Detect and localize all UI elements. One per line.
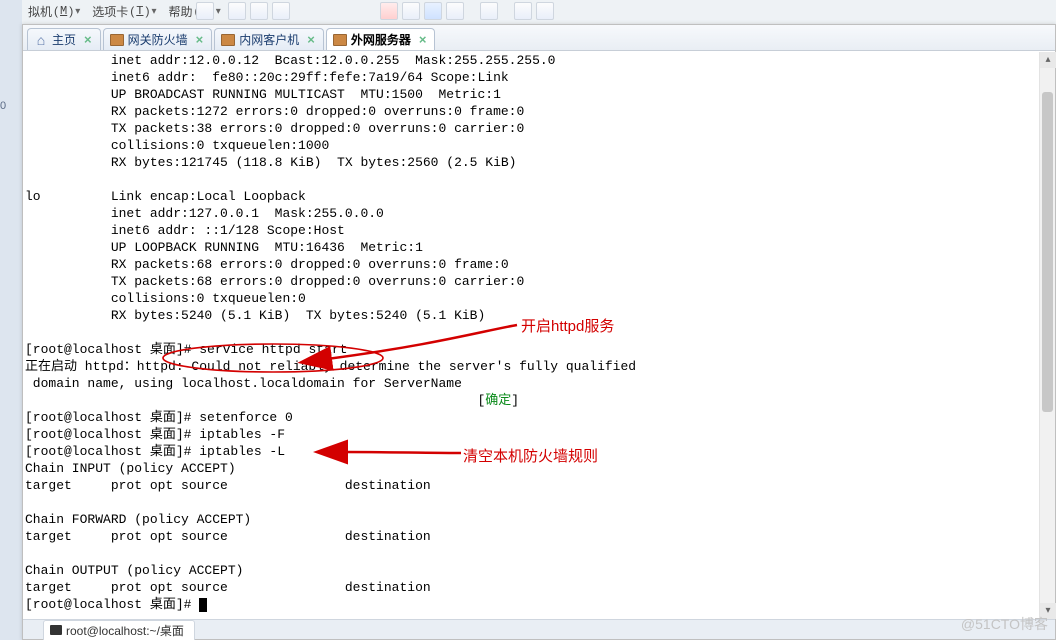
toolbar-btn-10[interactable]	[514, 2, 532, 20]
cursor-icon	[199, 598, 207, 612]
tab-label-gateway: 网关防火墙	[128, 31, 188, 48]
toolbar-btn-7[interactable]	[424, 2, 442, 20]
terminal-output[interactable]: inet addr:12.0.0.12 Bcast:12.0.0.255 Mas…	[23, 52, 1055, 619]
subtab-label: root@localhost:~/桌面	[66, 622, 184, 639]
toolbar-btn-1[interactable]	[196, 2, 214, 20]
tab-label-internal: 内网客户机	[239, 31, 299, 48]
home-icon	[34, 33, 48, 47]
toolbar-btn-6[interactable]	[402, 2, 420, 20]
tab-gateway[interactable]: 网关防火墙 ×	[103, 28, 213, 50]
close-icon[interactable]: ×	[419, 32, 427, 47]
tab-label-external: 外网服务器	[351, 31, 411, 48]
scroll-thumb[interactable]	[1042, 92, 1053, 412]
toolbar-btn-3[interactable]	[250, 2, 268, 20]
tab-home[interactable]: 主页 ×	[27, 28, 101, 50]
scrollbar-vertical[interactable]: ▴ ▾	[1039, 52, 1055, 619]
toolbar-btn-8[interactable]	[446, 2, 464, 20]
terminal-icon	[50, 625, 62, 635]
vm-icon	[110, 33, 124, 47]
menu-help-label: 帮助	[169, 3, 193, 20]
vm-icon	[333, 33, 347, 47]
close-icon[interactable]: ×	[84, 32, 92, 47]
close-icon[interactable]: ×	[307, 32, 315, 47]
menu-tabs-label: 选项卡	[92, 3, 128, 20]
chevron-down-icon: ▾	[75, 6, 80, 17]
toolbar-btn-9[interactable]	[480, 2, 498, 20]
watermark: @51CTO博客	[961, 614, 1048, 634]
tab-strip: 主页 × 网关防火墙 × 内网客户机 × 外网服务器 ×	[23, 25, 1055, 51]
vm-icon	[221, 33, 235, 47]
toolbar-btn-4[interactable]	[272, 2, 290, 20]
toolbar-btn-11[interactable]	[536, 2, 554, 20]
tab-label-home: 主页	[52, 31, 76, 48]
left-label: 0	[0, 100, 6, 112]
menu-vm[interactable]: 拟机(M) ▾	[28, 3, 80, 20]
scroll-up-icon[interactable]: ▴	[1040, 52, 1056, 68]
toolbar-btn-2[interactable]	[228, 2, 246, 20]
chevron-down-icon: ▾	[151, 6, 156, 17]
toolbar-icons-right	[380, 0, 554, 22]
menu-vm-label: 拟机	[28, 3, 52, 20]
left-gutter: 0	[0, 0, 22, 640]
toolbar-record-icon[interactable]	[380, 2, 398, 20]
subtab-bar: root@localhost:~/桌面	[23, 619, 1055, 639]
toolbar-icons	[196, 0, 304, 22]
tab-internal[interactable]: 内网客户机 ×	[214, 28, 324, 50]
close-icon[interactable]: ×	[196, 32, 204, 47]
main-window: 主页 × 网关防火墙 × 内网客户机 × 外网服务器 × inet addr:1…	[22, 24, 1056, 640]
subtab-terminal[interactable]: root@localhost:~/桌面	[43, 620, 195, 640]
tab-external[interactable]: 外网服务器 ×	[326, 28, 436, 50]
menu-tabs[interactable]: 选项卡(T) ▾	[92, 3, 156, 20]
